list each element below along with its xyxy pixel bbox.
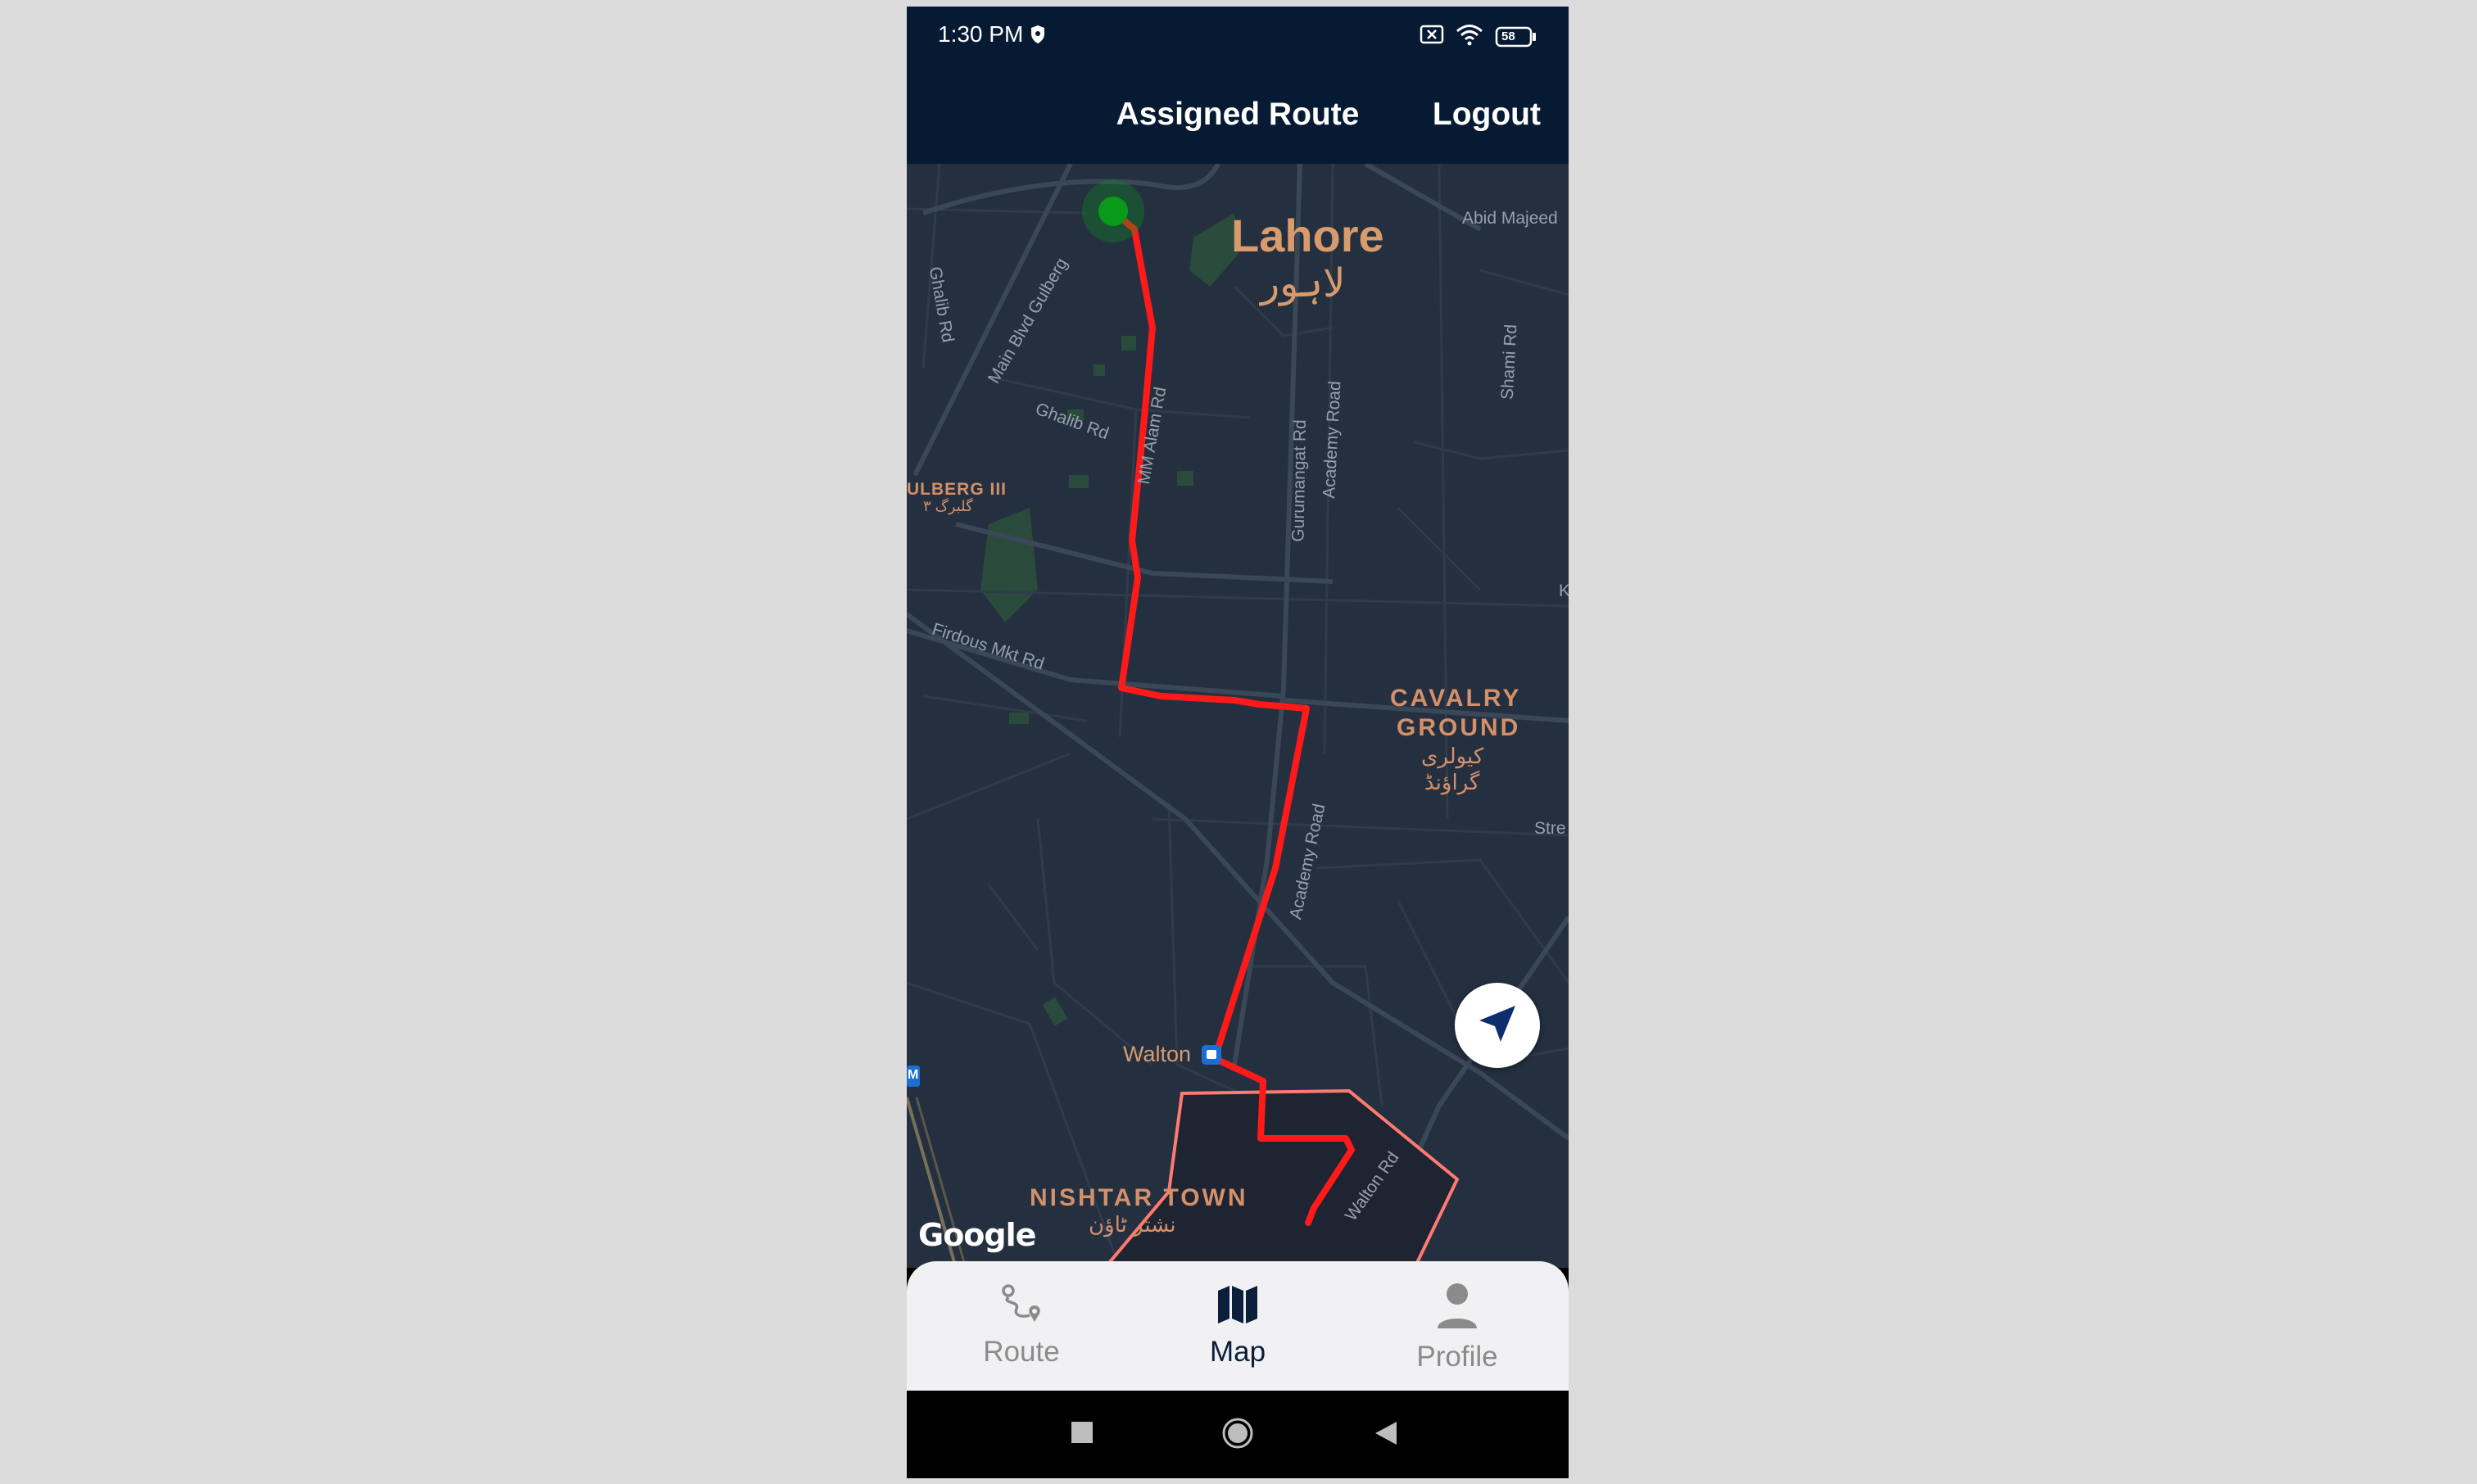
nav-label: Route [983,1336,1060,1368]
road-label: Gurumangat Rd [1288,419,1311,542]
station-label: Walton [1123,1042,1192,1066]
road-label: Shami Rd [1497,323,1521,400]
navigation-arrow-icon [1473,999,1522,1052]
district-label: ULBERG III [907,480,1008,499]
recents-square-icon[interactable] [1071,1420,1094,1449]
wifi-icon [1456,23,1483,50]
district-label: NISHTAR TOWN [1030,1184,1248,1211]
start-marker[interactable] [1098,197,1128,226]
district-label-urdu: نشتر ٹاؤن [1089,1212,1176,1237]
home-circle-icon[interactable] [1221,1417,1254,1454]
status-time: 1:30 PM [938,21,1024,47]
phone-screen: 1:30 PM 58 Assigned Route Logout Lahore … [907,7,1569,1478]
recenter-location-button[interactable] [1455,983,1540,1068]
person-icon [1433,1283,1482,1335]
assigned-route-line [1110,208,1355,1226]
nav-item-map[interactable]: Map [1148,1281,1328,1379]
district-label: CAVALRY [1390,685,1522,712]
map-icon [1213,1286,1262,1330]
road-label: Stre [1534,819,1566,838]
district-label-urdu: گلبرگ ۳ [923,498,973,514]
nav-label: Profile [1416,1341,1498,1373]
status-icons: 58 [1420,23,1537,50]
nav-label: Map [1209,1336,1266,1368]
service-area-polygon [1103,1088,1460,1268]
back-triangle-icon[interactable] [1374,1420,1398,1450]
app-header: Assigned Route Logout [907,72,1569,164]
city-label: Lahore [1231,210,1384,261]
nav-item-profile[interactable]: Profile [1367,1281,1547,1379]
district-label-urdu: گراؤنڈ [1424,770,1480,794]
system-navigation-bar [907,1391,1569,1478]
logout-button[interactable]: Logout [1433,97,1541,133]
shield-icon [1030,25,1046,48]
battery-icon: 58 [1495,26,1537,48]
district-label-urdu: کیولری [1421,744,1484,768]
bottom-nav: Route Map Profile [907,1261,1569,1391]
battery-level: 58 [1501,29,1515,43]
data-off-icon [1420,24,1444,49]
google-attribution: Google [918,1217,1036,1253]
road-label: K [1559,581,1569,600]
district-label: GROUND [1397,714,1521,741]
route-icon [997,1284,1046,1330]
city-label-urdu: لاہور [1261,262,1346,305]
road-label: Abid Majeed [1462,209,1558,228]
metro-badge-label: M [908,1068,919,1082]
map-view[interactable]: Lahore لاہور Abid Majeed Ghalib Rd Main … [907,164,1569,1268]
status-bar: 1:30 PM 58 [907,7,1569,72]
nav-item-route[interactable]: Route [931,1281,1112,1379]
